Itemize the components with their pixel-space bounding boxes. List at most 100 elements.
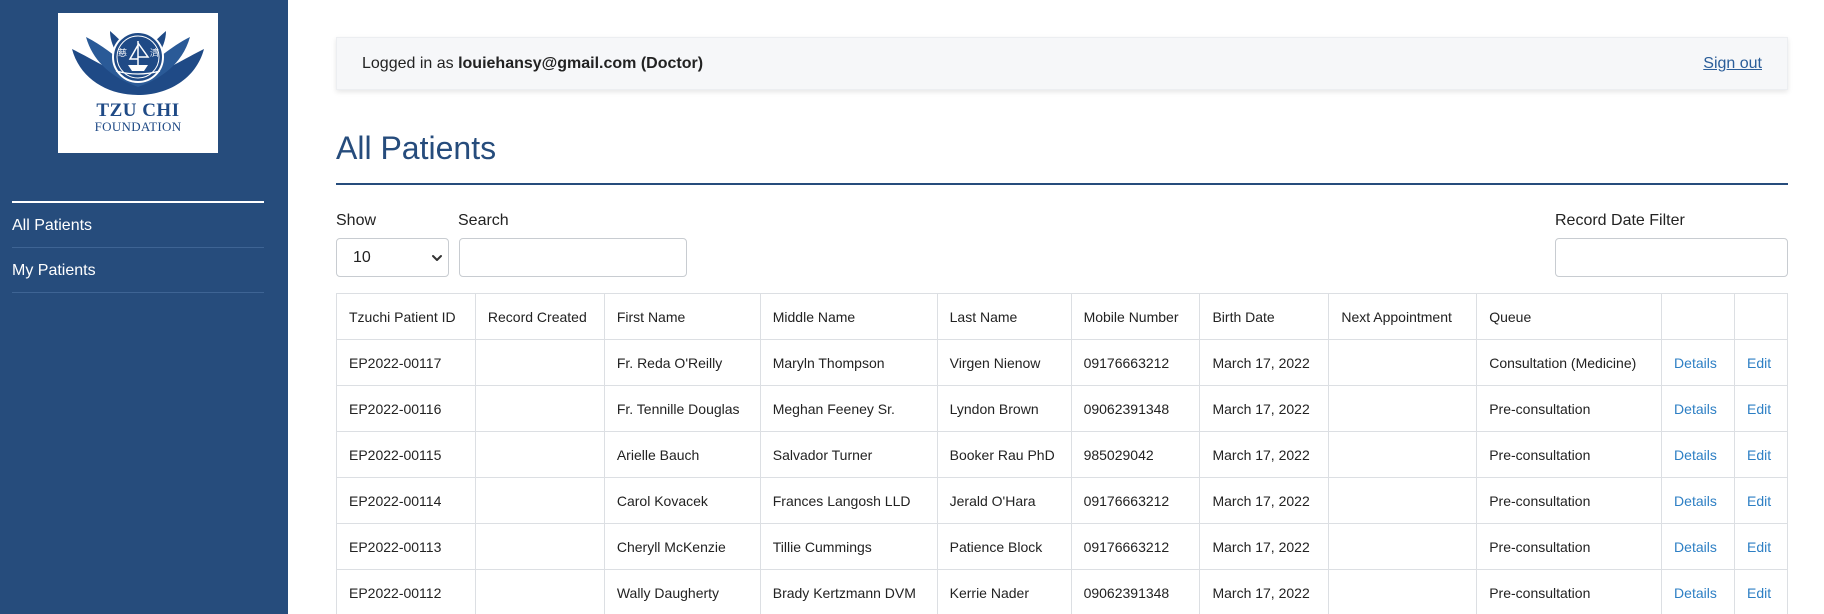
cell-queue: Pre-consultation: [1476, 569, 1663, 614]
sidebar-item-my-patients[interactable]: My Patients: [12, 248, 264, 293]
cell-last-name: Virgen Nienow: [936, 339, 1072, 386]
column-header: Mobile Number: [1070, 293, 1201, 340]
cell-mobile-number: 09062391348: [1070, 569, 1201, 614]
sidebar-item-all-patients[interactable]: All Patients: [12, 203, 264, 248]
page-title: All Patients: [336, 130, 497, 166]
cell-birth-date: March 17, 2022: [1199, 477, 1330, 524]
cell-middle-name: Maryln Thompson: [759, 339, 938, 386]
edit-link[interactable]: Edit: [1747, 401, 1771, 417]
cell-queue: Pre-consultation: [1476, 431, 1663, 478]
cell-last-name: Jerald O'Hara: [936, 477, 1072, 524]
logged-in-prefix: Logged in as: [362, 55, 459, 72]
cell-queue: Consultation (Medicine): [1476, 339, 1663, 386]
cell-patient-id: EP2022-00114: [336, 477, 476, 524]
cell-first-name: Wally Daugherty: [603, 569, 761, 614]
cell-middle-name: Meghan Feeney Sr.: [759, 385, 938, 432]
cell-mobile-number: 09176663212: [1070, 339, 1201, 386]
cell-birth-date: March 17, 2022: [1199, 523, 1330, 570]
seal-char-right: 濟: [150, 47, 159, 59]
column-header: Middle Name: [759, 293, 938, 340]
cell-next-appointment: [1328, 477, 1478, 524]
sidebar-nav: All Patients My Patients: [12, 201, 264, 293]
show-entries-select[interactable]: 10: [336, 238, 449, 277]
cell-queue: Pre-consultation: [1476, 385, 1663, 432]
record-date-filter-label: Record Date Filter: [1555, 212, 1685, 229]
search-label: Search: [458, 212, 509, 229]
cell-birth-date: March 17, 2022: [1199, 385, 1330, 432]
cell-mobile-number: 09062391348: [1070, 385, 1201, 432]
details-link[interactable]: Details: [1674, 585, 1717, 601]
cell-middle-name: Salvador Turner: [759, 431, 938, 478]
cell-first-name: Fr. Tennille Douglas: [603, 385, 761, 432]
cell-last-name: Patience Block: [936, 523, 1072, 570]
cell-record-created: [474, 339, 605, 386]
table-row: EP2022-00112 Wally Daugherty Brady Kertz…: [336, 569, 1789, 614]
cell-record-created: [474, 431, 605, 478]
tzu-chi-logo[interactable]: 慈 濟 TZU CHI FOUNDATION: [58, 13, 218, 153]
cell-patient-id: EP2022-00115: [336, 431, 476, 478]
edit-link[interactable]: Edit: [1747, 539, 1771, 555]
edit-link[interactable]: Edit: [1747, 355, 1771, 371]
cell-record-created: [474, 523, 605, 570]
search-input[interactable]: [459, 238, 687, 277]
table-row: EP2022-00114 Carol Kovacek Frances Lango…: [336, 477, 1789, 524]
logged-in-status: Logged in as louiehansy@gmail.com (Docto…: [362, 55, 703, 73]
lotus-ship-emblem-icon: 慈 濟: [72, 31, 204, 95]
cell-last-name: Booker Rau PhD: [936, 431, 1072, 478]
cell-next-appointment: [1328, 385, 1478, 432]
logged-in-user: louiehansy@gmail.com (Doctor): [458, 55, 704, 72]
cell-record-created: [474, 569, 605, 614]
cell-queue: Pre-consultation: [1476, 523, 1663, 570]
user-bar: Logged in as louiehansy@gmail.com (Docto…: [336, 37, 1788, 90]
title-divider: [336, 183, 1788, 185]
cell-mobile-number: 09176663212: [1070, 523, 1201, 570]
details-link[interactable]: Details: [1674, 401, 1717, 417]
cell-patient-id: EP2022-00117: [336, 339, 476, 386]
cell-next-appointment: [1328, 523, 1478, 570]
cell-birth-date: March 17, 2022: [1199, 569, 1330, 614]
cell-next-appointment: [1328, 431, 1478, 478]
cell-record-created: [474, 385, 605, 432]
sign-out-link[interactable]: Sign out: [1703, 55, 1762, 73]
sidebar: 慈 濟 TZU CHI FOUNDATION All Patients My P…: [0, 0, 288, 614]
cell-last-name: Kerrie Nader: [936, 569, 1072, 614]
cell-next-appointment: [1328, 339, 1478, 386]
show-label: Show: [336, 212, 377, 229]
cell-mobile-number: 09176663212: [1070, 477, 1201, 524]
record-date-filter-input[interactable]: [1555, 238, 1788, 277]
logo-text-foundation: FOUNDATION: [94, 119, 182, 134]
cell-middle-name: Tillie Cummings: [759, 523, 938, 570]
details-link[interactable]: Details: [1674, 447, 1717, 463]
column-header: First Name: [603, 293, 761, 340]
seal-char-left: 慈: [118, 47, 127, 59]
column-header: [1661, 293, 1735, 340]
show-entries-value: 10: [353, 249, 371, 266]
edit-link[interactable]: Edit: [1747, 493, 1771, 509]
column-header: Record Created: [474, 293, 605, 340]
cell-middle-name: Brady Kertzmann DVM: [759, 569, 938, 614]
column-header: Queue: [1476, 293, 1663, 340]
table-row: EP2022-00113 Cheryll McKenzie Tillie Cum…: [336, 523, 1789, 570]
edit-link[interactable]: Edit: [1747, 447, 1771, 463]
cell-queue: Pre-consultation: [1476, 477, 1663, 524]
patients-table: Tzuchi Patient ID Record Created First N…: [336, 293, 1789, 614]
edit-link[interactable]: Edit: [1747, 585, 1771, 601]
details-link[interactable]: Details: [1674, 355, 1717, 371]
table-row: EP2022-00116 Fr. Tennille Douglas Meghan…: [336, 385, 1789, 432]
cell-mobile-number: 985029042: [1070, 431, 1201, 478]
cell-first-name: Fr. Reda O'Reilly: [603, 339, 761, 386]
cell-middle-name: Frances Langosh LLD: [759, 477, 938, 524]
table-row: EP2022-00115 Arielle Bauch Salvador Turn…: [336, 431, 1789, 478]
cell-first-name: Carol Kovacek: [603, 477, 761, 524]
cell-patient-id: EP2022-00116: [336, 385, 476, 432]
column-header: [1733, 293, 1789, 340]
column-header: Next Appointment: [1328, 293, 1478, 340]
cell-next-appointment: [1328, 569, 1478, 614]
details-link[interactable]: Details: [1674, 539, 1717, 555]
table-header-row: Tzuchi Patient ID Record Created First N…: [336, 293, 1789, 340]
column-header: Tzuchi Patient ID: [336, 293, 476, 340]
chevron-down-icon: [432, 255, 442, 261]
details-link[interactable]: Details: [1674, 493, 1717, 509]
table-row: EP2022-00117 Fr. Reda O'Reilly Maryln Th…: [336, 339, 1789, 386]
cell-patient-id: EP2022-00113: [336, 523, 476, 570]
